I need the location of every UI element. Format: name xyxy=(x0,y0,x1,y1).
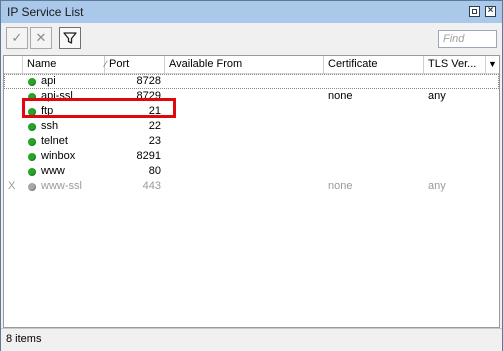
enable-button[interactable]: ✓ xyxy=(6,27,28,49)
certificate-cell xyxy=(328,149,420,164)
header-certificate[interactable]: Certificate xyxy=(324,56,424,73)
table-row[interactable]: Xwww-ssl 443 none any xyxy=(4,179,499,194)
flag-cell xyxy=(8,74,20,89)
cross-icon: ✕ xyxy=(35,30,47,45)
available-from-cell xyxy=(169,179,319,194)
certificate-cell xyxy=(328,164,420,179)
status-dot-icon xyxy=(28,168,36,176)
disable-button[interactable]: ✕ xyxy=(30,27,52,49)
service-table: Name ⁄ Port Available From Certificate T… xyxy=(3,55,500,328)
certificate-cell: none xyxy=(328,180,353,192)
tls-version-cell xyxy=(428,164,484,179)
find-placeholder: Find xyxy=(443,33,465,45)
tls-version-cell: any xyxy=(428,180,446,192)
filter-button[interactable] xyxy=(59,27,81,49)
table-row[interactable]: telnet 23 xyxy=(4,134,499,149)
flag-cell xyxy=(8,104,20,119)
name-cell: api xyxy=(41,75,56,87)
table-row[interactable]: winbox 8291 xyxy=(4,149,499,164)
flag-cell xyxy=(8,134,20,149)
close-icon: × xyxy=(487,5,494,16)
name-cell: winbox xyxy=(41,150,76,162)
certificate-cell xyxy=(328,134,420,149)
flag-cell xyxy=(8,119,20,134)
name-cell: ssh xyxy=(41,120,59,132)
restore-icon xyxy=(472,9,477,14)
port-cell: 8728 xyxy=(136,75,161,87)
header-name[interactable]: Name xyxy=(23,56,105,73)
tls-version-cell xyxy=(428,119,484,134)
flag-cell xyxy=(8,149,20,164)
certificate-cell: none xyxy=(328,90,353,102)
window-title: IP Service List xyxy=(7,5,84,19)
table-header: Name ⁄ Port Available From Certificate T… xyxy=(4,56,499,74)
toolbar: ✓ ✕ Find xyxy=(1,23,502,55)
available-from-cell xyxy=(169,104,319,119)
tls-version-cell xyxy=(428,104,484,119)
certificate-cell xyxy=(328,104,420,119)
title-bar[interactable]: IP Service List × xyxy=(1,1,502,23)
filter-icon xyxy=(63,32,77,44)
status-bar: 8 items xyxy=(1,328,502,351)
tls-version-cell: any xyxy=(428,90,446,102)
restore-button[interactable] xyxy=(469,6,480,17)
table-row[interactable]: api 8728 xyxy=(4,74,499,89)
close-button[interactable]: × xyxy=(485,5,496,17)
header-flag[interactable] xyxy=(4,56,23,73)
header-available-from[interactable]: Available From xyxy=(165,56,324,73)
certificate-cell xyxy=(328,74,420,89)
available-from-cell xyxy=(169,74,319,89)
available-from-cell xyxy=(169,164,319,179)
port-cell: 22 xyxy=(148,120,161,132)
flag-cell xyxy=(8,164,20,179)
name-cell: telnet xyxy=(41,135,68,147)
item-count: 8 items xyxy=(6,333,42,345)
header-tls-version[interactable]: TLS Ver... xyxy=(424,56,486,73)
status-dot-icon xyxy=(28,183,36,191)
header-port[interactable]: Port xyxy=(105,56,165,73)
column-menu-icon[interactable]: ▼ xyxy=(486,56,499,73)
tls-version-cell xyxy=(428,74,484,89)
status-dot-icon xyxy=(28,78,36,86)
port-cell: 8291 xyxy=(136,150,161,162)
port-cell: 80 xyxy=(148,165,161,177)
certificate-cell xyxy=(328,119,420,134)
flag-cell xyxy=(8,89,20,104)
name-cell: www xyxy=(41,165,65,177)
flag-cell: X xyxy=(8,180,16,192)
status-dot-icon xyxy=(28,123,36,131)
table-row[interactable]: ssh 22 xyxy=(4,119,499,134)
available-from-cell xyxy=(169,149,319,164)
tls-version-cell xyxy=(428,134,484,149)
highlight-box xyxy=(22,98,176,118)
table-row[interactable]: www 80 xyxy=(4,164,499,179)
check-icon: ✓ xyxy=(11,30,23,45)
port-cell: 23 xyxy=(148,135,161,147)
available-from-cell xyxy=(169,119,319,134)
name-cell: www-ssl xyxy=(41,180,82,192)
status-dot-icon xyxy=(28,153,36,161)
ip-service-list-window: IP Service List × ✓ ✕ Find Name ⁄ Port A… xyxy=(0,0,503,351)
available-from-cell xyxy=(169,89,319,104)
available-from-cell xyxy=(169,134,319,149)
status-dot-icon xyxy=(28,138,36,146)
find-input[interactable]: Find xyxy=(438,30,497,48)
tls-version-cell xyxy=(428,149,484,164)
port-cell: 443 xyxy=(142,180,161,192)
